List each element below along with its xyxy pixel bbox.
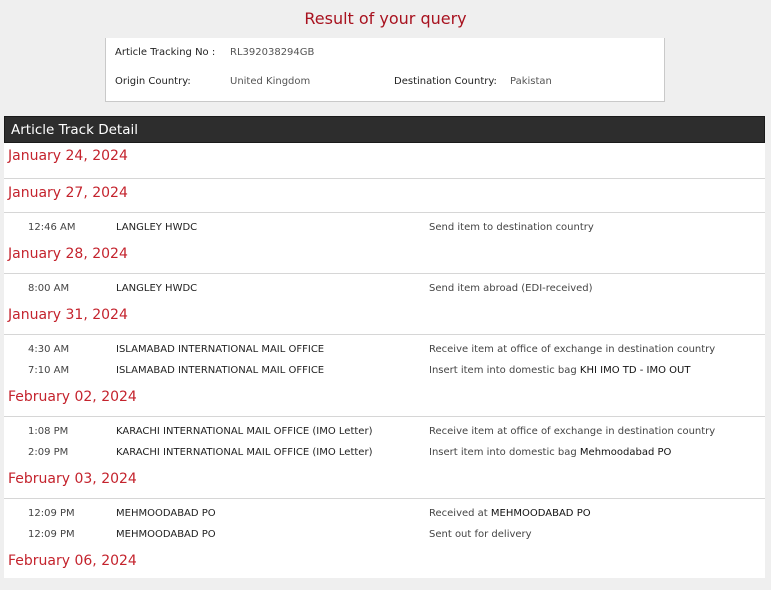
event-location: MEHMOODABAD PO xyxy=(116,529,216,540)
track-event-row: 12:09 PM MEHMOODABAD PO Sent out for deliv… xyxy=(4,524,765,545)
event-detail-highlight: KHI IMO TD - IMO OUT xyxy=(579,365,691,376)
event-description: Received at MEHMOODABAD PO xyxy=(429,503,591,524)
event-location: ISLAMABAD INTERNATIONAL MAIL OFFICE xyxy=(116,365,325,376)
event-text: Received at xyxy=(429,508,491,519)
event-text: Receive item at office of exchange in de… xyxy=(429,344,716,355)
event-description: Receive item at office of exchange in de… xyxy=(429,339,715,360)
event-location: KARACHI INTERNATIONAL MAIL OFFICE (IMO L… xyxy=(116,447,373,458)
track-event-list: January 24, 2024 January 27, 2024 12:46 AM… xyxy=(4,143,765,578)
event-location: LANGLEY HWDC xyxy=(116,283,198,294)
track-date-heading: February 06, 2024 xyxy=(4,547,765,578)
event-time: 2:09 PM xyxy=(28,447,69,458)
origin-country-label: Origin Country: xyxy=(115,76,191,87)
event-text: Insert item into domestic bag xyxy=(429,365,580,376)
event-location: KARACHI INTERNATIONAL MAIL OFFICE (IMO L… xyxy=(116,426,373,437)
event-detail-highlight: MEHMOODABAD PO xyxy=(490,508,591,519)
track-event-row: 8:00 AM LANGLEY HWDC Send item abroad (EDI… xyxy=(4,278,765,299)
event-detail-highlight: Mehmoodabad PO xyxy=(579,447,672,458)
track-event-row: 1:08 PM KARACHI INTERNATIONAL MAIL OFFICE… xyxy=(4,421,765,442)
event-text: Insert item into domestic bag xyxy=(429,447,580,458)
event-time: 12:09 PM xyxy=(28,529,75,540)
event-description: Send item abroad (EDI-received) xyxy=(429,278,593,299)
event-location: LANGLEY HWDC xyxy=(116,222,198,233)
track-detail-header: Article Track Detail xyxy=(4,116,765,143)
origin-country-value: United Kingdom xyxy=(230,76,311,87)
event-text: Receive item at office of exchange in de… xyxy=(429,426,716,437)
event-text: Send item abroad (EDI-received) xyxy=(429,283,593,294)
event-description: Receive item at office of exchange in de… xyxy=(429,421,715,442)
track-date-heading: February 03, 2024 xyxy=(4,465,765,499)
tracking-number-label: Article Tracking No : xyxy=(115,47,216,58)
event-time: 8:00 AM xyxy=(28,283,70,294)
destination-country-value: Pakistan xyxy=(510,76,552,87)
event-description: Sent out for delivery xyxy=(429,524,532,545)
event-time: 4:30 AM xyxy=(28,344,70,355)
event-location: MEHMOODABAD PO xyxy=(116,508,216,519)
event-time: 1:08 PM xyxy=(28,426,69,437)
event-text: Sent out for delivery xyxy=(429,529,532,540)
article-info-box: Article Tracking No : RL392038294GB Orig… xyxy=(105,38,665,102)
track-date-heading: February 02, 2024 xyxy=(4,383,765,417)
event-time: 12:09 PM xyxy=(28,508,75,519)
track-event-row: 12:46 AM LANGLEY HWDC Send item to destina… xyxy=(4,217,765,238)
destination-country-label: Destination Country: xyxy=(394,76,497,87)
event-time: 12:46 AM xyxy=(28,222,76,233)
event-text: Send item to destination country xyxy=(429,222,594,233)
track-event-row: 7:10 AM ISLAMABAD INTERNATIONAL MAIL OFFI… xyxy=(4,360,765,381)
track-event-row: 2:09 PM KARACHI INTERNATIONAL MAIL OFFICE… xyxy=(4,442,765,463)
track-event-row: 4:30 AM ISLAMABAD INTERNATIONAL MAIL OFFI… xyxy=(4,339,765,360)
event-time: 7:10 AM xyxy=(28,365,70,376)
article-track-detail-panel: Article Track Detail January 24, 2024 Jan… xyxy=(4,116,765,578)
track-date-heading: January 24, 2024 xyxy=(4,143,765,179)
track-date-heading: January 31, 2024 xyxy=(4,301,765,335)
page-title: Result of your query xyxy=(304,9,467,28)
track-date-heading: January 27, 2024 xyxy=(4,179,765,213)
track-date-heading: January 28, 2024 xyxy=(4,240,765,274)
event-description: Insert item into domestic bag KHI IMO TD… xyxy=(429,360,690,381)
event-description: Send item to destination country xyxy=(429,217,594,238)
event-location: ISLAMABAD INTERNATIONAL MAIL OFFICE xyxy=(116,344,325,355)
event-description: Insert item into domestic bag Mehmoodaba… xyxy=(429,442,671,463)
tracking-number-value: RL392038294GB xyxy=(230,47,315,58)
track-event-row: 12:09 PM MEHMOODABAD PO Received at MEHMOO… xyxy=(4,503,765,524)
